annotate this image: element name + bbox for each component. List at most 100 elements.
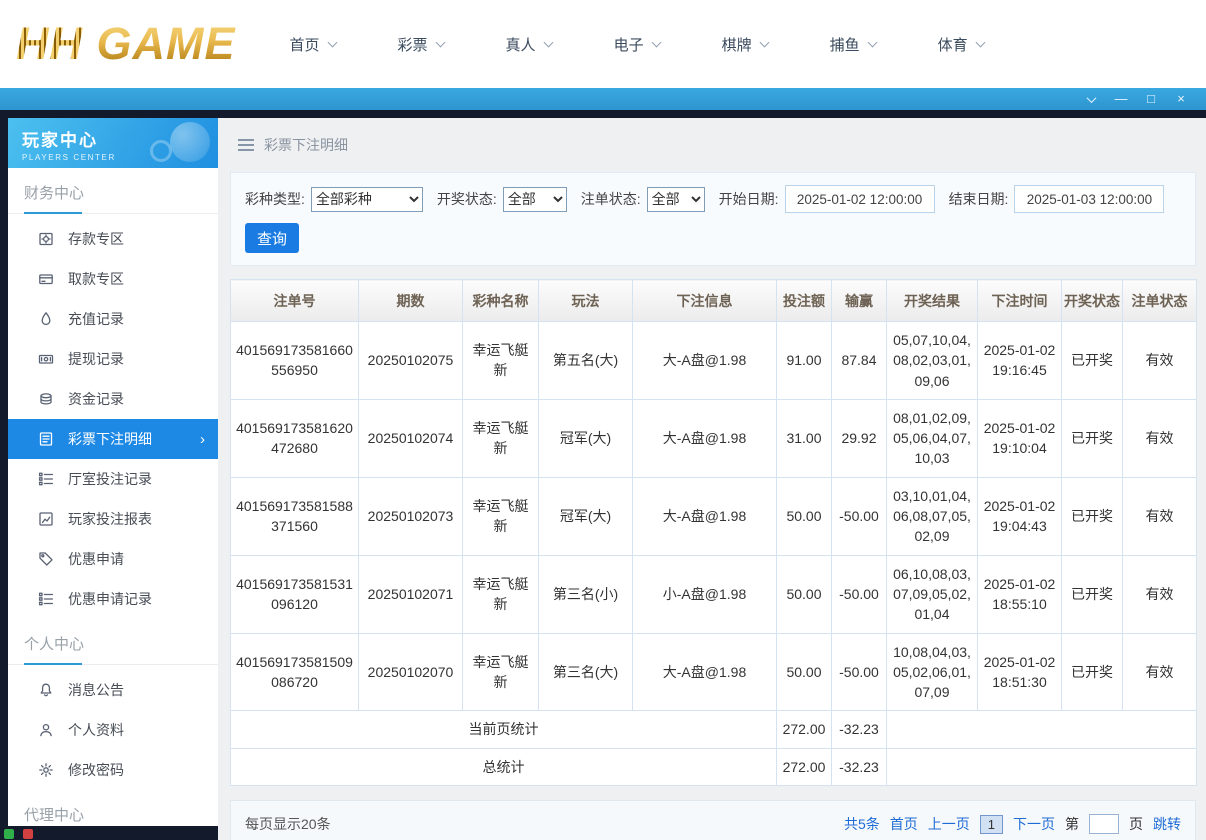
cell-win-loss: -50.00 — [831, 476, 887, 556]
cell-bet-info: 小-A盘@1.98 — [632, 554, 777, 634]
current-page-badge[interactable]: 1 — [979, 814, 1003, 834]
gear-icon — [38, 762, 54, 778]
table-header-row: 注单号 期数 彩种名称 玩法 下注信息 投注额 输赢 开奖结果 下注时间 开奖状… — [230, 279, 1197, 322]
close-button[interactable]: × — [1166, 88, 1196, 110]
sidebar-item-recharge-record[interactable]: 充值记录 — [8, 299, 218, 339]
report-icon — [38, 511, 54, 527]
cell-win-loss: -50.00 — [831, 554, 887, 634]
end-date-input[interactable] — [1014, 185, 1165, 213]
cell-draw-status: 已开奖 — [1061, 554, 1123, 634]
nav-item-live[interactable]: 真人 — [505, 34, 554, 55]
personal-menu: 消息公告 个人资料 修改密码 — [8, 665, 218, 790]
nav-item-lottery[interactable]: 彩票 — [398, 34, 445, 55]
summary-row-current-page: 当前页统计 272.00 -32.23 — [230, 710, 1197, 749]
cell-amount: 31.00 — [776, 398, 832, 478]
next-page-link[interactable]: 下一页 — [1013, 814, 1055, 834]
col-bet-time: 下注时间 — [977, 279, 1062, 322]
nav-item-electronic[interactable]: 电子 — [613, 34, 662, 55]
sidebar-item-funds-record[interactable]: 资金记录 — [8, 379, 218, 419]
chevron-down-icon — [435, 37, 445, 47]
cell-play: 第三名(大) — [538, 632, 633, 712]
lottery-type-select[interactable]: 全部彩种 — [310, 186, 423, 212]
pagination-bar: 每页显示20条 共5条 首页 上一页 1 下一页 第 页 跳转 — [230, 800, 1196, 840]
cell-result: 08,01,02,09,05,06,04,07,10,03 — [886, 398, 978, 478]
cell-draw-status: 已开奖 — [1061, 321, 1123, 400]
minimize-button[interactable]: — — [1106, 88, 1136, 110]
cell-amount: 50.00 — [776, 554, 832, 634]
cell-order-status: 有效 — [1122, 476, 1197, 556]
col-win-loss: 输赢 — [831, 279, 887, 322]
sidebar-item-deposit[interactable]: 存款专区 — [8, 219, 218, 259]
sidebar-item-label: 资金记录 — [68, 391, 124, 407]
cell-order-status: 有效 — [1122, 632, 1197, 712]
lottery-type-label: 彩种类型: — [245, 191, 305, 207]
col-bet-info: 下注信息 — [632, 279, 777, 322]
bet-table-panel: 注单号 期数 彩种名称 玩法 下注信息 投注额 输赢 开奖结果 下注时间 开奖状… — [230, 279, 1197, 787]
total-count-text: 共5条 — [843, 816, 880, 833]
sidebar-item-label: 优惠申请记录 — [68, 591, 152, 607]
summary-label: 总统计 — [230, 747, 777, 787]
collapse-button[interactable] — [1076, 88, 1106, 110]
finance-menu: 存款专区 取款专区 充值记录 提现记录 资金记录 彩票下注明细 › 厅室投注记录 … — [8, 214, 218, 619]
draw-status-label: 开奖状态: — [436, 191, 497, 207]
summary-empty — [886, 710, 1197, 749]
search-button[interactable]: 查询 — [245, 223, 299, 253]
sidebar-item-promo-apply-record[interactable]: 优惠申请记录 — [8, 579, 218, 619]
section-heading-finance: 财务中心 — [8, 182, 218, 214]
summary-win-loss: -32.23 — [831, 747, 887, 787]
page-title: 彩票下注明细 — [264, 137, 348, 153]
sidebar-item-label: 存款专区 — [68, 231, 124, 247]
menu-icon[interactable] — [238, 139, 254, 151]
logo[interactable]: HH GAME — [16, 18, 236, 70]
cell-result: 03,10,01,04,06,08,07,05,02,09 — [886, 476, 978, 556]
card-icon — [38, 271, 54, 287]
first-page-link[interactable]: 首页 — [890, 814, 918, 834]
cell-order-no: 401569173581509086720 — [230, 632, 359, 712]
players-center-title: 玩家中心 — [22, 131, 98, 150]
nav-label: 电子 — [613, 36, 644, 54]
sidebar-item-label: 消息公告 — [68, 682, 124, 698]
droplet-icon — [38, 311, 54, 327]
start-date-input[interactable] — [784, 185, 935, 213]
jump-suffix-label: 页 — [1129, 816, 1143, 833]
cell-result: 10,08,04,03,05,02,06,01,07,09 — [886, 632, 978, 712]
col-order-status: 注单状态 — [1122, 279, 1197, 322]
jump-page-input[interactable] — [1089, 814, 1119, 835]
cell-lottery: 幸运飞艇新 — [462, 476, 539, 556]
jump-button[interactable]: 跳转 — [1153, 814, 1181, 834]
jump-prefix-label: 第 — [1065, 816, 1079, 833]
col-play: 玩法 — [538, 279, 633, 322]
col-result: 开奖结果 — [886, 279, 978, 322]
taskbar-icon-green[interactable] — [4, 829, 14, 839]
sidebar-item-promo-apply[interactable]: 优惠申请 — [8, 539, 218, 579]
cell-lottery: 幸运飞艇新 — [462, 398, 539, 478]
col-order-no: 注单号 — [230, 279, 359, 322]
summary-empty — [886, 747, 1197, 787]
sidebar-item-withdrawal-record[interactable]: 提现记录 — [8, 339, 218, 379]
nav-label: 真人 — [505, 36, 536, 54]
maximize-button[interactable]: □ — [1136, 88, 1166, 110]
sidebar-item-profile[interactable]: 个人资料 — [8, 710, 218, 750]
nav-item-fishing[interactable]: 捕鱼 — [829, 34, 878, 55]
summary-amount: 272.00 — [776, 747, 832, 787]
main-content: 彩票下注明细 彩种类型: 全部彩种 开奖状态: 全部 注单状态: 全部 开始日期… — [218, 118, 1206, 840]
order-status-select[interactable]: 全部 — [646, 186, 705, 212]
coins-icon — [38, 391, 54, 407]
sidebar-item-change-password[interactable]: 修改密码 — [8, 750, 218, 790]
nav-item-sports[interactable]: 体育 — [938, 34, 986, 55]
taskbar-icon-red[interactable] — [23, 829, 33, 839]
sidebar-item-player-bet-report[interactable]: 玩家投注报表 — [8, 499, 218, 539]
sidebar-item-hall-bet-record[interactable]: 厅室投注记录 — [8, 459, 218, 499]
section-heading-personal: 个人中心 — [8, 633, 218, 665]
sidebar-item-withdraw[interactable]: 取款专区 — [8, 259, 218, 299]
players-center-subtitle: PLAYERS CENTER — [22, 153, 116, 162]
nav-item-board-games[interactable]: 棋牌 — [722, 34, 770, 55]
nav-item-home[interactable]: 首页 — [290, 34, 337, 55]
nav-label: 捕鱼 — [829, 36, 860, 54]
sidebar-item-announcements[interactable]: 消息公告 — [8, 670, 218, 710]
draw-status-select[interactable]: 全部 — [502, 186, 567, 212]
prev-page-link[interactable]: 上一页 — [928, 814, 970, 834]
breadcrumb: 彩票下注明细 — [218, 118, 1206, 172]
sidebar-item-lottery-bet-detail[interactable]: 彩票下注明细 › — [8, 419, 218, 459]
list-check-icon — [38, 471, 54, 487]
